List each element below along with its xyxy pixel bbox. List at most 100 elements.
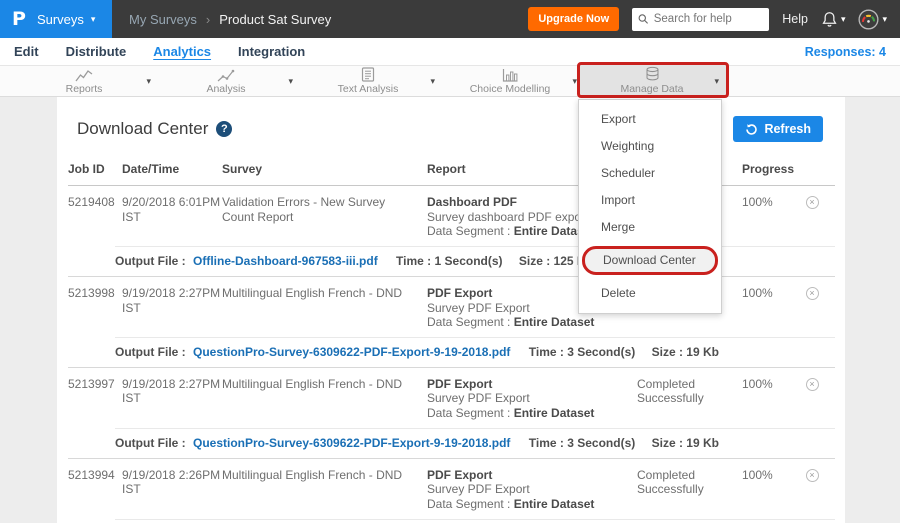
toolbar-analysis[interactable]: Analysis ▾ <box>155 66 297 96</box>
job-time: Time : 1 Second(s) <box>396 254 502 268</box>
page-title: Download Center <box>77 119 208 139</box>
job-progress: 100% <box>742 377 794 421</box>
cancel-job-icon[interactable]: × <box>806 196 819 209</box>
data-segment-value: Entire Dataset <box>514 497 595 511</box>
analytics-toolbar: Reports ▾ Analysis ▾ Text Analysis ▾ Cho… <box>0 65 900 97</box>
job-id: 5213997 <box>68 377 122 421</box>
menu-item-download-center[interactable]: Download Center <box>582 246 718 275</box>
menu-item-export[interactable]: Export <box>579 106 721 133</box>
job-status: Completed Successfully <box>637 468 742 512</box>
breadcrumb-current-survey: Product Sat Survey <box>219 12 331 27</box>
job-survey: Multilingual English French - DND <box>222 377 427 421</box>
help-circle-icon[interactable]: ? <box>216 121 232 137</box>
cancel-job-icon[interactable]: × <box>806 378 819 391</box>
chevron-down-icon: ▾ <box>841 15 846 24</box>
chevron-down-icon[interactable]: ▾ <box>572 76 577 87</box>
manage-data-dropdown: Export Weighting Scheduler Import Merge … <box>578 99 722 314</box>
job-progress: 100% <box>742 195 794 239</box>
cancel-job-icon[interactable]: × <box>806 287 819 300</box>
help-link[interactable]: Help <box>782 12 808 26</box>
toolbar-text-analysis[interactable]: Text Analysis ▾ <box>297 66 439 96</box>
report-desc: Survey PDF Export <box>427 482 530 496</box>
menu-item-import[interactable]: Import <box>579 187 721 214</box>
job-survey: Multilingual English French - DND <box>222 286 427 330</box>
menu-item-scheduler[interactable]: Scheduler <box>579 160 721 187</box>
header-datetime: Date/Time <box>122 162 222 176</box>
job-datetime: 9/19/2018 2:26PM IST <box>122 468 222 512</box>
output-file-label: Output File : <box>115 436 186 450</box>
text-document-icon <box>361 67 375 82</box>
database-icon <box>644 67 661 82</box>
account-menu[interactable]: ▾ <box>858 9 887 30</box>
download-center-panel: Download Center ? Refresh Job ID Date/Ti… <box>57 97 845 523</box>
header-job-id: Job ID <box>68 162 122 176</box>
tab-distribute[interactable]: Distribute <box>66 44 127 59</box>
breadcrumb: My Surveys › Product Sat Survey <box>129 12 331 27</box>
tab-integration[interactable]: Integration <box>238 44 305 59</box>
trend-chart-icon <box>217 67 235 82</box>
toolbar-reports[interactable]: Reports ▾ <box>13 66 155 96</box>
output-file-row: Output File : QuestionPro-Survey-6309622… <box>115 428 835 458</box>
chevron-down-icon[interactable]: ▾ <box>288 76 293 87</box>
survey-nav: Edit Distribute Analytics Integration Re… <box>0 38 900 65</box>
report-name: PDF Export <box>427 377 492 391</box>
breadcrumb-separator: › <box>206 12 210 27</box>
tab-edit[interactable]: Edit <box>14 44 39 59</box>
logo-area: P Surveys ▾ <box>0 0 112 38</box>
toolbar-manage-data[interactable]: Manage Data ▾ <box>581 66 723 96</box>
menu-item-weighting[interactable]: Weighting <box>579 133 721 160</box>
report-name: Dashboard PDF <box>427 195 517 209</box>
job-entry: 5213994 9/19/2018 2:26PM IST Multilingua… <box>68 459 835 523</box>
job-datetime: 9/20/2018 6:01PM IST <box>122 195 222 239</box>
data-segment-label: Data Segment : <box>427 406 514 420</box>
tab-analytics[interactable]: Analytics <box>153 44 211 59</box>
job-entry: 5213997 9/19/2018 2:27PM IST Multilingua… <box>68 368 835 459</box>
chevron-down-icon[interactable]: ▾ <box>146 76 151 87</box>
report-desc: Survey PDF Export <box>427 301 530 315</box>
header-action <box>794 162 830 176</box>
chevron-down-icon: ▾ <box>91 15 96 24</box>
table-row: 5213997 9/19/2018 2:27PM IST Multilingua… <box>68 368 835 428</box>
menu-item-delete[interactable]: Delete <box>579 280 721 307</box>
output-file-link[interactable]: Offline-Dashboard-967583-iii.pdf <box>193 254 378 268</box>
breadcrumb-my-surveys[interactable]: My Surveys <box>129 12 197 27</box>
help-search-box[interactable] <box>632 8 769 31</box>
upgrade-now-button[interactable]: Upgrade Now <box>528 7 619 31</box>
avatar <box>858 9 879 30</box>
job-size: Size : 19 Kb <box>652 436 719 450</box>
cancel-job-icon[interactable]: × <box>806 469 819 482</box>
refresh-button[interactable]: Refresh <box>733 116 823 142</box>
search-input[interactable] <box>654 13 763 25</box>
data-segment-value: Entire Dataset <box>514 406 595 420</box>
data-segment-label: Data Segment : <box>427 315 514 329</box>
chevron-down-icon[interactable]: ▾ <box>714 76 719 87</box>
toolbar-choice-modelling[interactable]: Choice Modelling ▾ <box>439 66 581 96</box>
search-icon <box>638 13 649 25</box>
job-id: 5219408 <box>68 195 122 239</box>
surveys-menu[interactable]: Surveys ▾ <box>37 12 96 27</box>
job-report: PDF Export Survey PDF Export Data Segmen… <box>427 377 637 421</box>
output-file-link[interactable]: QuestionPro-Survey-6309622-PDF-Export-9-… <box>193 345 510 359</box>
chevron-down-icon: ▾ <box>882 15 887 24</box>
header-progress: Progress <box>742 162 794 176</box>
bar-chart-icon <box>502 67 519 82</box>
job-progress: 100% <box>742 286 794 330</box>
job-report: PDF Export Survey PDF Export Data Segmen… <box>427 468 637 512</box>
job-id: 5213994 <box>68 468 122 512</box>
report-desc: Survey dashboard PDF export <box>427 210 588 224</box>
report-name: PDF Export <box>427 468 492 482</box>
chevron-down-icon[interactable]: ▾ <box>430 76 435 87</box>
job-progress: 100% <box>742 468 794 512</box>
questionpro-logo: P <box>12 8 26 30</box>
notifications-button[interactable]: ▾ <box>821 11 846 28</box>
job-datetime: 9/19/2018 2:27PM IST <box>122 377 222 421</box>
responses-count[interactable]: Responses: 4 <box>805 45 886 59</box>
output-file-row: Output File : QuestionPro-Survey-6309622… <box>115 519 835 523</box>
report-name: PDF Export <box>427 286 492 300</box>
output-file-label: Output File : <box>115 254 186 268</box>
refresh-icon <box>745 123 758 136</box>
job-time: Time : 3 Second(s) <box>529 345 635 359</box>
job-survey: Validation Errors - New Survey Count Rep… <box>222 195 427 239</box>
output-file-link[interactable]: QuestionPro-Survey-6309622-PDF-Export-9-… <box>193 436 510 450</box>
menu-item-merge[interactable]: Merge <box>579 214 721 241</box>
